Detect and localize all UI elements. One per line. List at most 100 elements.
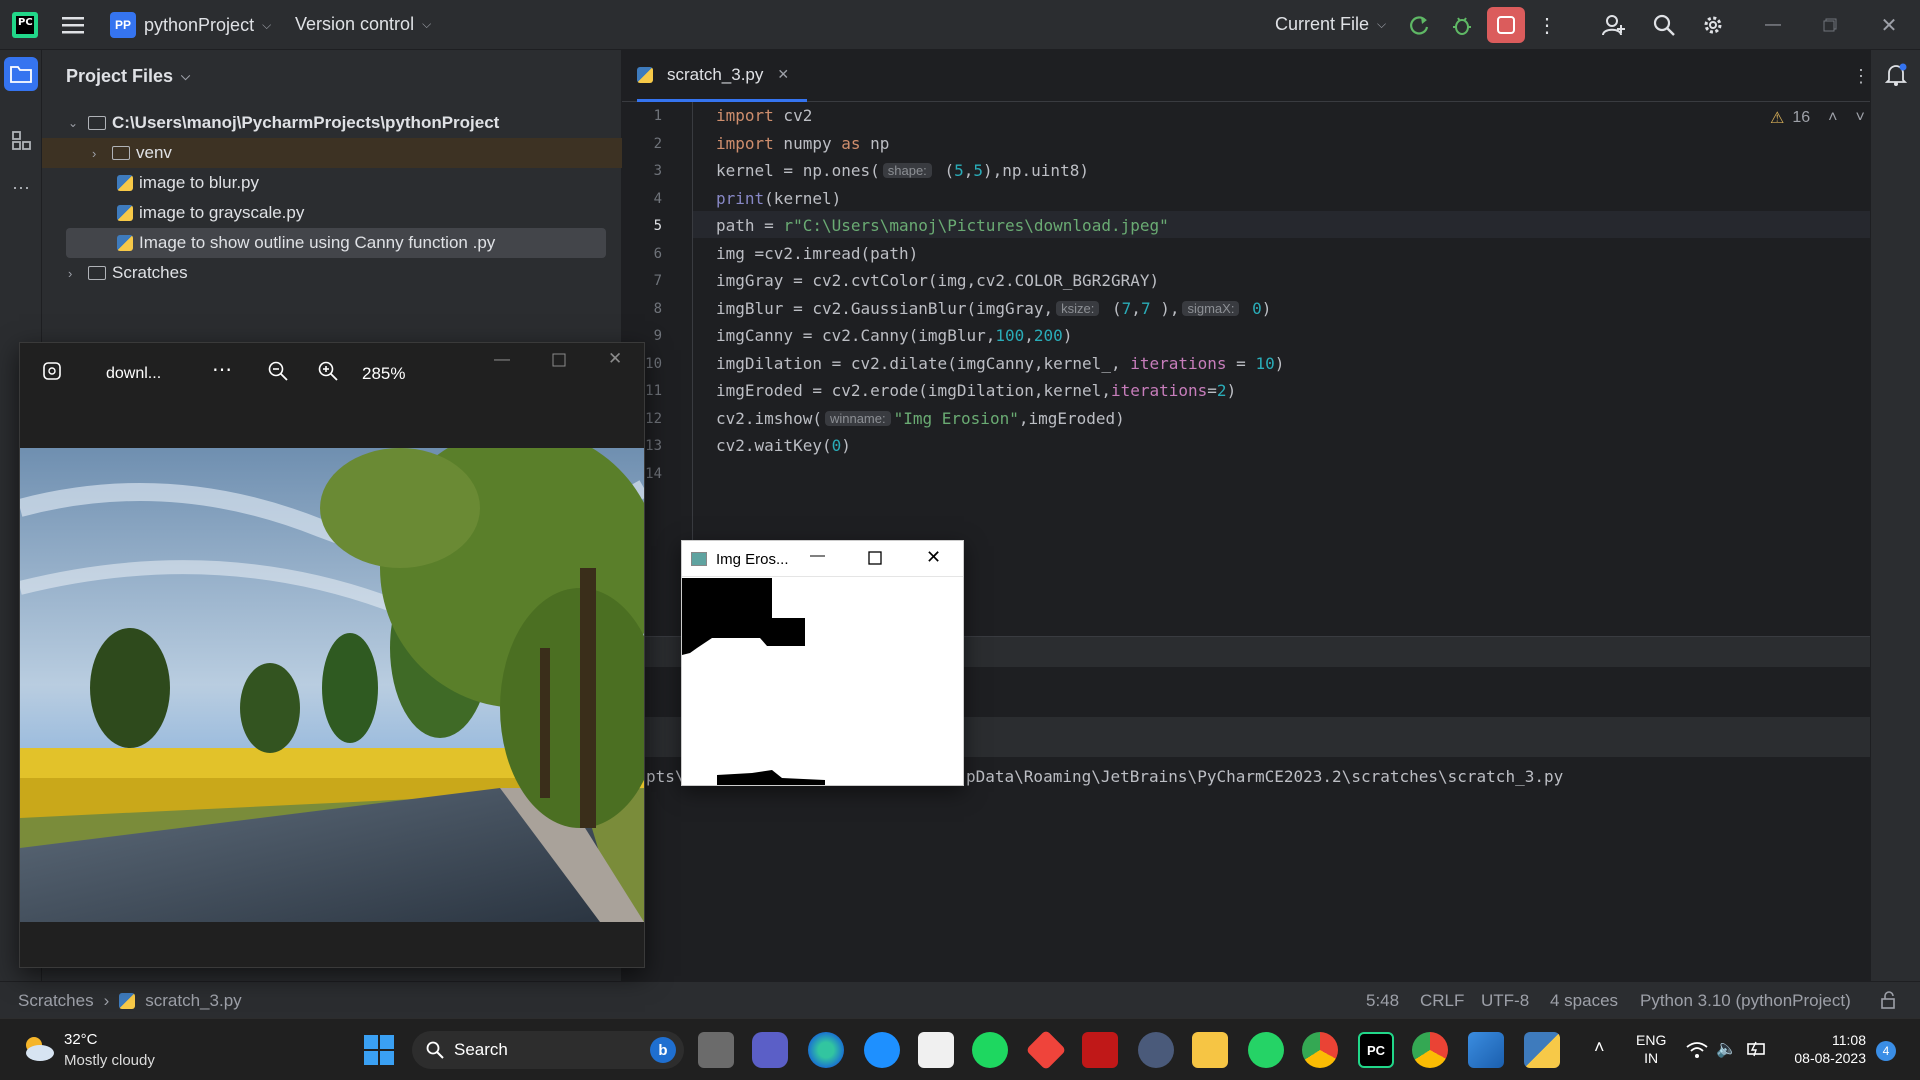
- pycharm-icon[interactable]: PC: [1358, 1032, 1394, 1068]
- tree-item-scratches[interactable]: › Scratches: [42, 258, 622, 288]
- zoom-in-icon[interactable]: [318, 361, 338, 386]
- maximize-icon[interactable]: [868, 551, 882, 570]
- chevron-right-icon: ›: [103, 991, 110, 1010]
- task-view-icon[interactable]: [698, 1032, 734, 1068]
- chevron-up-icon[interactable]: ˄: [1828, 109, 1837, 127]
- close-icon[interactable]: ✕: [608, 349, 622, 369]
- restore-icon[interactable]: [1813, 8, 1847, 42]
- search-placeholder: Search: [454, 1040, 508, 1059]
- code-line[interactable]: imgCanny = cv2.Canny(imgBlur, 100, 200): [716, 322, 1072, 349]
- store-icon[interactable]: [918, 1032, 954, 1068]
- python-interpreter[interactable]: Python 3.10 (pythonProject): [1640, 991, 1851, 1011]
- edge-icon[interactable]: [808, 1032, 844, 1068]
- lock-icon[interactable]: [1880, 991, 1898, 1014]
- tree-item-file-selected[interactable]: Image to show outline using Canny functi…: [66, 228, 606, 258]
- minimize-icon[interactable]: —: [494, 351, 510, 369]
- code-line[interactable]: print (kernel): [716, 185, 841, 212]
- taskbar-search-box[interactable]: Search b: [412, 1031, 684, 1069]
- anydesk-icon[interactable]: [1025, 1029, 1067, 1071]
- weather-cloud-icon[interactable]: [20, 1033, 56, 1068]
- close-icon[interactable]: ✕: [926, 547, 941, 568]
- code-line[interactable]: path = r"C:\Users\manoj\Pictures\downloa…: [716, 212, 1169, 239]
- notification-badge[interactable]: 4: [1876, 1041, 1896, 1061]
- maximize-icon[interactable]: [552, 353, 566, 372]
- language-code: ENG: [1636, 1032, 1667, 1048]
- code-line[interactable]: imgBlur = cv2.GaussianBlur(imgGray, ksize…: [716, 295, 1271, 322]
- structure-tool-icon[interactable]: [4, 123, 38, 157]
- chrome-icon[interactable]: [1302, 1032, 1338, 1068]
- weather-temp[interactable]: 32°C: [64, 1031, 98, 1048]
- python-icon[interactable]: [1524, 1032, 1560, 1068]
- search-icon[interactable]: [1647, 8, 1681, 42]
- tab-label: scratch_3.py: [667, 64, 764, 84]
- more-options-icon[interactable]: ⋯: [212, 357, 232, 382]
- minimize-icon[interactable]: —: [1756, 8, 1790, 42]
- bing-icon[interactable]: b: [650, 1037, 676, 1063]
- project-switcher[interactable]: PP pythonProject ⌵: [110, 12, 271, 38]
- code-line[interactable]: import numpy as np: [716, 130, 889, 157]
- more-actions-icon[interactable]: ⋮: [1530, 8, 1564, 42]
- file-explorer-icon[interactable]: [1192, 1032, 1228, 1068]
- code-line[interactable]: cv2.imshow(winname: "Img Erosion" ,imgErod…: [716, 405, 1125, 432]
- code-token: 7: [1121, 298, 1132, 318]
- close-icon[interactable]: ✕: [1872, 8, 1906, 42]
- code-line[interactable]: imgEroded = cv2.erode(imgDilation,kernel…: [716, 377, 1236, 404]
- rerun-icon[interactable]: [1402, 8, 1436, 42]
- clock[interactable]: 11:08 08-08-2023: [1786, 1031, 1866, 1067]
- run-output-text-right: pData\Roaming\JetBrains\PyCharmCE2023.2\…: [966, 767, 1564, 786]
- tree-item-label: image to grayscale.py: [139, 203, 305, 222]
- inspection-widget[interactable]: ⚠ 16 ˄ ˅: [1770, 108, 1865, 128]
- code-line[interactable]: imgDilation = cv2.dilate(imgCanny,kernel…: [716, 350, 1284, 377]
- weather-desc[interactable]: Mostly cloudy: [64, 1052, 155, 1069]
- debug-icon[interactable]: [1445, 8, 1479, 42]
- whatsapp-icon[interactable]: [1248, 1032, 1284, 1068]
- project-tool-icon[interactable]: [4, 57, 38, 91]
- add-user-icon[interactable]: [1597, 8, 1631, 42]
- spotify-icon[interactable]: [972, 1032, 1008, 1068]
- code-line[interactable]: img =cv2.imread(path): [716, 240, 918, 267]
- chevron-up-icon[interactable]: ˄: [1594, 1037, 1605, 1058]
- code-line[interactable]: imgGray = cv2.cvtColor(img,cv2.COLOR_BGR…: [716, 267, 1159, 294]
- code-line[interactable]: import cv2: [716, 102, 812, 129]
- code-line[interactable]: cv2.waitKey(0): [716, 432, 851, 459]
- file-encoding[interactable]: UTF-8: [1481, 991, 1529, 1011]
- breadcrumb-item[interactable]: Scratches: [18, 991, 94, 1011]
- safari-icon[interactable]: [864, 1032, 900, 1068]
- main-menu-icon[interactable]: [56, 8, 90, 42]
- code-token: 200: [1033, 326, 1063, 345]
- stop-button[interactable]: [1487, 7, 1525, 43]
- tree-item-venv[interactable]: › venv: [42, 138, 622, 168]
- notifications-icon[interactable]: [1879, 58, 1913, 92]
- teams-icon[interactable]: [752, 1032, 788, 1068]
- battery-icon[interactable]: [1746, 1039, 1768, 1064]
- close-tab-icon[interactable]: ✕: [777, 66, 789, 83]
- caret-position[interactable]: 5:48: [1366, 991, 1399, 1011]
- settings-gear-icon[interactable]: [1696, 8, 1730, 42]
- speaker-muted-icon[interactable]: 🔈: [1716, 1039, 1737, 1059]
- line-separator[interactable]: CRLF: [1420, 991, 1464, 1011]
- version-control-menu[interactable]: Version control ⌵: [295, 14, 431, 35]
- more-tools-icon[interactable]: ⋯: [4, 171, 38, 205]
- tab-scratch-3[interactable]: scratch_3.py ✕: [637, 50, 807, 102]
- indent-setting[interactable]: 4 spaces: [1550, 991, 1618, 1011]
- chevron-down-icon[interactable]: ˅: [1855, 109, 1864, 127]
- tree-item-file[interactable]: image to blur.py: [42, 168, 622, 198]
- tree-item-file[interactable]: image to grayscale.py: [42, 198, 622, 228]
- minimize-icon[interactable]: —: [810, 547, 825, 564]
- chrome-profile-icon[interactable]: [1412, 1032, 1448, 1068]
- python-file-icon: [117, 175, 133, 191]
- project-panel-header[interactable]: Project Files ⌵: [66, 66, 190, 87]
- windows-start-icon[interactable]: [364, 1035, 394, 1070]
- breadcrumb-item[interactable]: scratch_3.py: [145, 991, 241, 1011]
- photos-icon[interactable]: [1468, 1032, 1504, 1068]
- run-config-selector[interactable]: Current File ⌵: [1275, 14, 1386, 35]
- code-token: imgBlur = cv2.GaussianBlur(imgGray,: [716, 298, 1054, 318]
- zoom-out-icon[interactable]: [268, 361, 288, 386]
- mcafee-icon[interactable]: [1082, 1032, 1118, 1068]
- pycharm-logo: PC: [12, 12, 38, 38]
- settings-icon[interactable]: [1138, 1032, 1174, 1068]
- wifi-icon[interactable]: [1686, 1041, 1708, 1064]
- tree-root-folder[interactable]: ⌄ C:\Users\manoj\PycharmProjects\pythonP…: [42, 108, 622, 138]
- language-indicator[interactable]: ENG IN: [1636, 1031, 1666, 1067]
- code-line[interactable]: kernel = np.ones(shape: (5, 5),np.uint8): [716, 157, 1089, 184]
